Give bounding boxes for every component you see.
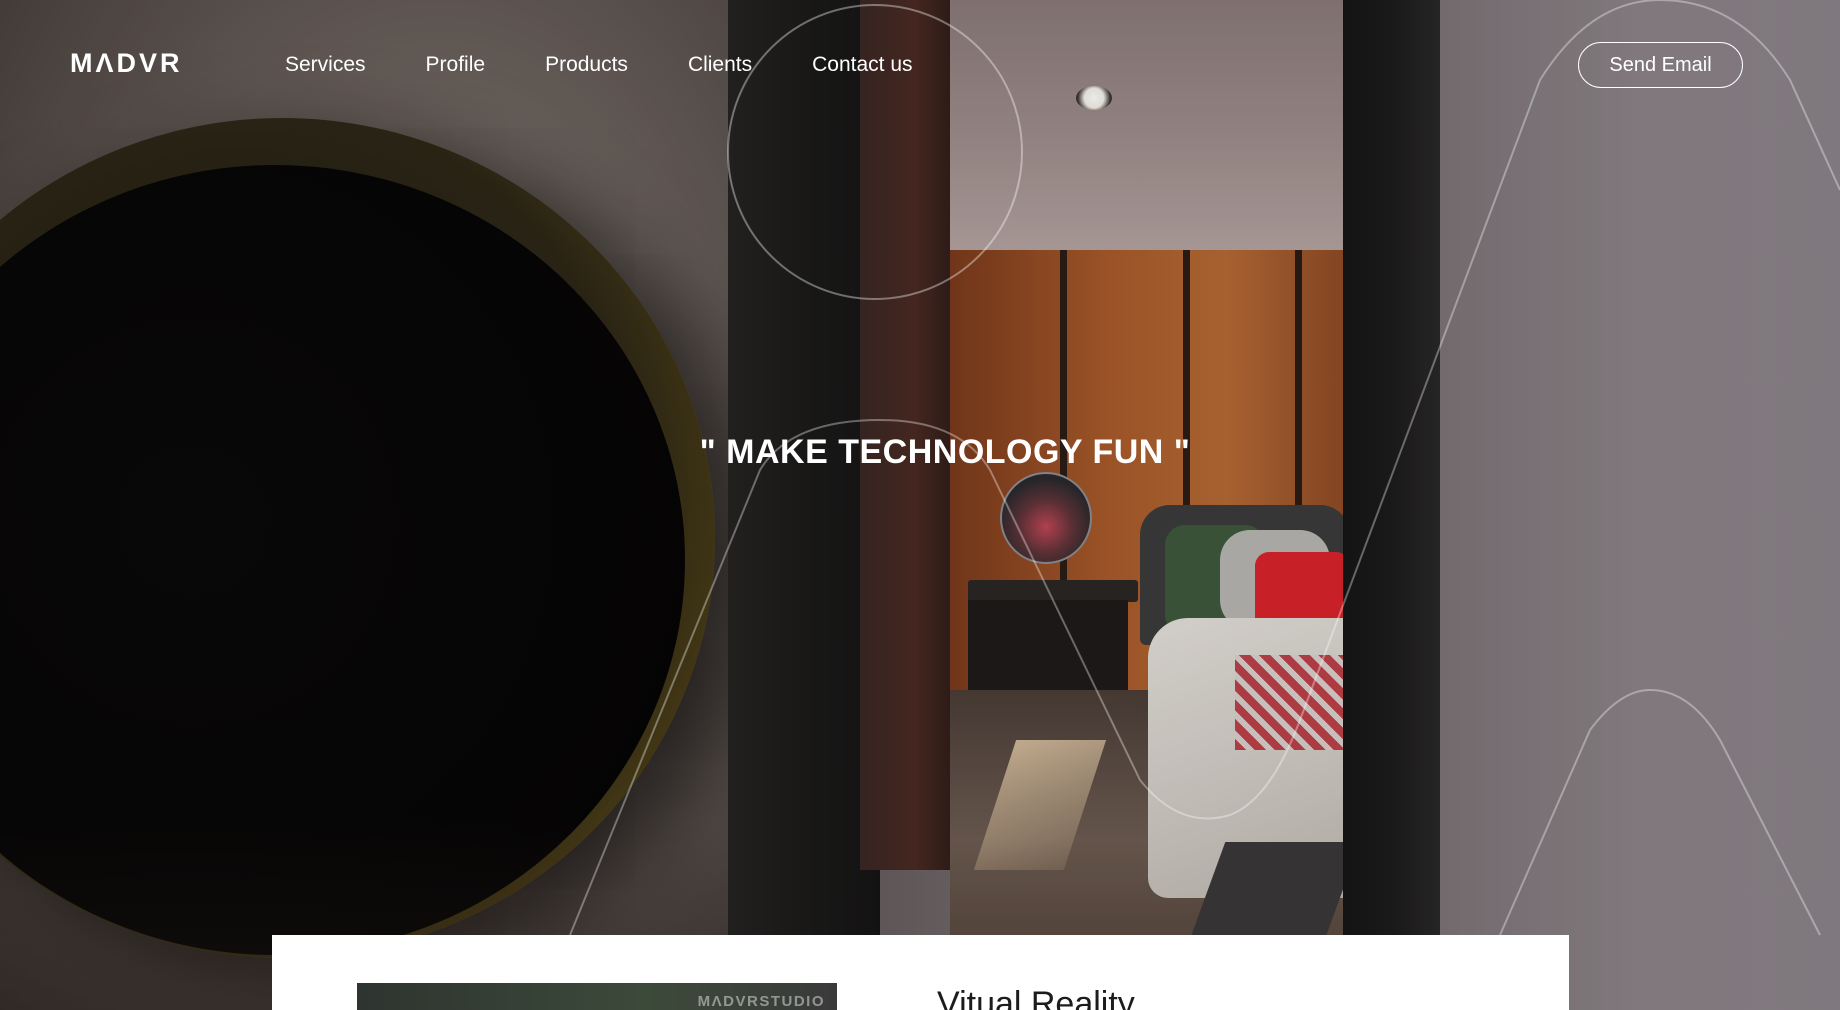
- nav-item-profile[interactable]: Profile: [426, 53, 486, 77]
- hero-blanket: [1235, 655, 1345, 750]
- hero-section: [0, 0, 1840, 1010]
- hero-vanity-mirror: [1000, 472, 1092, 564]
- thumbnail-watermark: MΛDVRSTUDIO: [697, 993, 825, 1010]
- hero-desk-top: [968, 580, 1138, 602]
- brand-logo[interactable]: MΛDVR: [70, 48, 183, 79]
- main-nav: Services Profile Products Clients Contac…: [285, 53, 973, 77]
- hero-ceiling-light: [1076, 86, 1112, 110]
- nav-item-clients[interactable]: Clients: [688, 53, 752, 77]
- send-email-button[interactable]: Send Email: [1578, 42, 1743, 88]
- nav-item-products[interactable]: Products: [545, 53, 628, 77]
- feature-thumbnail[interactable]: MΛDVRSTUDIO: [357, 983, 837, 1010]
- feature-title: Vitual Reality: [937, 985, 1135, 1010]
- nav-item-contact[interactable]: Contact us: [812, 53, 912, 77]
- nav-item-services[interactable]: Services: [285, 53, 366, 77]
- hero-ceiling: [950, 0, 1345, 250]
- hero-tagline: " MAKE TECHNOLOGY FUN ": [699, 433, 1191, 471]
- hero-desk: [968, 600, 1128, 690]
- feature-card: MΛDVRSTUDIO Vitual Reality: [272, 935, 1569, 1010]
- hero-right-wall: [1440, 0, 1840, 1010]
